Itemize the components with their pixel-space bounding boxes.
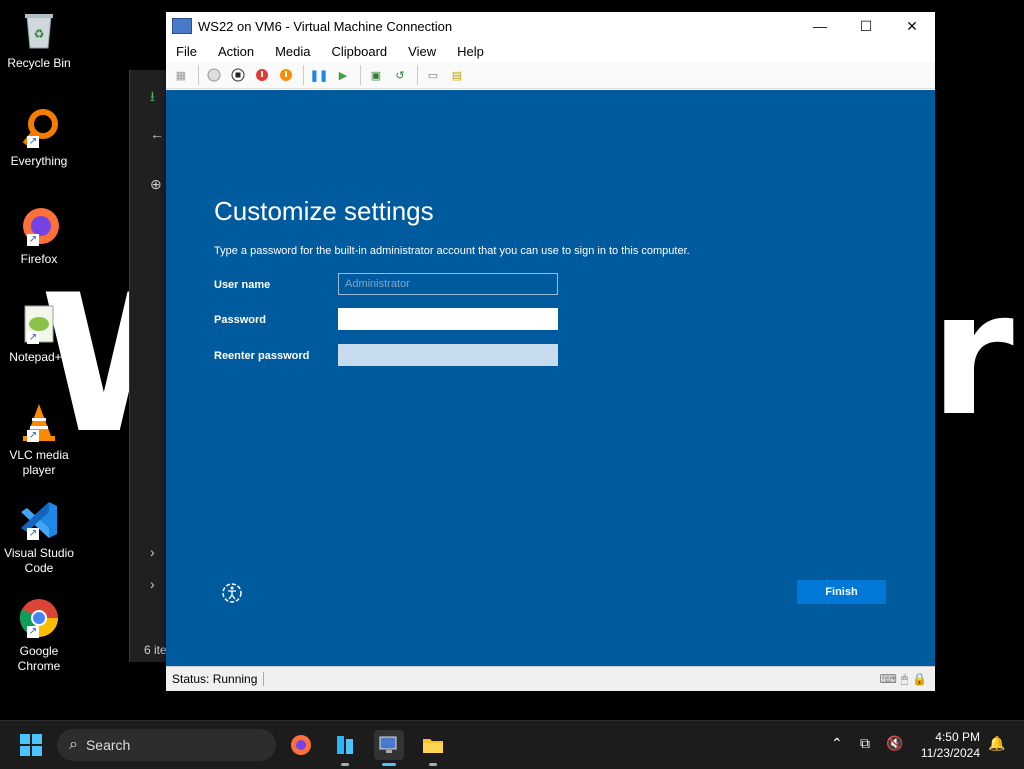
vm-connection-app-icon [172, 18, 192, 34]
recycle-bin-icon: ♻ [17, 8, 61, 52]
shortcut-arrow-icon: ↗ [27, 332, 39, 344]
password-label: Password [214, 314, 266, 326]
shutdown-icon[interactable] [253, 66, 271, 84]
desktop-icon-chrome[interactable]: ↗ Google Chrome [4, 596, 74, 674]
vm-display[interactable]: Customize settings Type a password for t… [166, 90, 935, 666]
network-icon[interactable]: ⧉ [860, 735, 870, 752]
vm-connection-window[interactable]: WS22 on VM6 - Virtual Machine Connection… [166, 12, 935, 691]
desktop-icon-label: Everything [10, 154, 68, 168]
clock[interactable]: 4:50 PM 11/23/2024 [912, 729, 980, 761]
taskbar-file-explorer[interactable] [418, 730, 448, 766]
download-icon: ⭳ [150, 88, 155, 104]
desktop-icon-vlc[interactable]: ↗ VLC media player [4, 400, 74, 478]
everything-search-icon: ↗ [17, 106, 61, 150]
enhanced-session-icon[interactable]: ▭ [424, 66, 442, 84]
desktop-icon-label: Notepad++ [9, 350, 69, 364]
share-icon[interactable]: ▤ [448, 66, 466, 84]
chevron-right-icon[interactable]: › [150, 544, 155, 560]
reenter-password-field[interactable] [338, 344, 558, 366]
background-explorer-window[interactable]: ⭳ ← ⊕ › › 6 ite [129, 70, 170, 662]
add-circle-icon[interactable]: ⊕ [150, 176, 162, 193]
lock-icon: 🔒 [912, 672, 927, 686]
shortcut-arrow-icon: ↗ [27, 430, 39, 442]
vlc-cone-icon: ↗ [17, 400, 61, 444]
notepadpp-icon: ↗ [17, 302, 61, 346]
start-icon[interactable] [205, 66, 223, 84]
taskbar: ⌕ Search ⌃ ⧉ 🔇 4:50 PM 11/23/2024 🔔 [0, 720, 1024, 769]
vm-status: Status: Running [166, 672, 265, 686]
ctrl-alt-del-icon[interactable]: ▦ [172, 66, 190, 84]
shortcut-arrow-icon: ↗ [27, 528, 39, 540]
firefox-icon [291, 735, 311, 755]
taskbar-vm-connection[interactable] [374, 730, 404, 766]
shortcut-arrow-icon: ↗ [27, 626, 39, 638]
checkpoint-icon[interactable]: ▣ [367, 66, 385, 84]
finish-button[interactable]: Finish [797, 580, 886, 604]
page-description: Type a password for the built-in adminis… [214, 245, 690, 257]
keyboard-icon: ⌨ [879, 672, 897, 686]
chevron-up-icon[interactable]: ⌃ [831, 735, 843, 752]
chevron-right-icon[interactable]: › [150, 576, 155, 592]
menu-media[interactable]: Media [275, 44, 310, 59]
user-name-label: User name [214, 279, 271, 291]
shortcut-arrow-icon: ↗ [27, 234, 39, 246]
desktop-icon-label: Visual Studio Code [4, 546, 74, 575]
minimize-button[interactable]: — [797, 12, 843, 40]
password-field[interactable] [338, 308, 558, 330]
toolbar: ▦ ❚❚ ▶ ▣ ↺ ▭ ▤ [166, 62, 935, 89]
status-bar: Status: Running ⌨ 🖱 🔒 [166, 666, 935, 691]
desktop-icon-vscode[interactable]: ↗ Visual Studio Code [4, 498, 74, 576]
menu-view[interactable]: View [408, 44, 436, 59]
notification-bell-icon[interactable]: 🔔 [988, 735, 1005, 752]
desktop-icon-label: Google Chrome [17, 644, 61, 673]
maximize-button[interactable]: ☐ [843, 12, 889, 40]
search-icon: ⌕ [69, 736, 78, 753]
chrome-icon: ↗ [17, 596, 61, 640]
taskbar-search-box[interactable]: ⌕ Search [57, 729, 276, 761]
shortcut-arrow-icon: ↗ [27, 136, 39, 148]
user-name-field[interactable] [338, 273, 558, 295]
revert-icon[interactable]: ↺ [391, 66, 409, 84]
desktop-icon-notepadpp[interactable]: ↗ Notepad++ [4, 302, 74, 365]
desktop-icon-label: VLC media player [9, 448, 69, 477]
folder-icon [423, 739, 443, 753]
reenter-password-label: Reenter password [214, 350, 310, 362]
close-button[interactable]: ✕ [889, 12, 935, 40]
taskbar-server-manager[interactable] [330, 730, 360, 766]
pause-icon[interactable]: ❚❚ [310, 66, 328, 84]
wallpaper-letter-r: r [930, 256, 1014, 454]
explorer-item-count: 6 ite [144, 643, 167, 657]
desktop-icon-everything[interactable]: ↗ Everything [4, 106, 74, 169]
resume-icon[interactable]: ▶ [334, 66, 352, 84]
server-manager-icon [337, 736, 353, 754]
mouse-icon: 🖱 [900, 671, 909, 686]
volume-muted-icon[interactable]: 🔇 [886, 735, 903, 752]
window-title: WS22 on VM6 - Virtual Machine Connection [198, 18, 453, 34]
clock-date: 11/23/2024 [920, 746, 980, 760]
menu-file[interactable]: File [176, 44, 197, 59]
menu-action[interactable]: Action [218, 44, 254, 59]
desktop-icon-label: Recycle Bin [7, 56, 71, 70]
taskbar-firefox[interactable] [286, 730, 316, 760]
menu-bar: File Action Media Clipboard View Help [166, 40, 935, 62]
desktop-icon-firefox[interactable]: ↗ Firefox [4, 204, 74, 267]
menu-clipboard[interactable]: Clipboard [332, 44, 388, 59]
clock-time: 4:50 PM [935, 730, 980, 744]
firefox-icon: ↗ [17, 204, 61, 248]
search-placeholder: Search [85, 737, 131, 753]
vscode-icon: ↗ [17, 498, 61, 542]
title-bar[interactable]: WS22 on VM6 - Virtual Machine Connection… [166, 12, 935, 40]
start-button[interactable] [20, 734, 42, 756]
power-icon[interactable] [277, 66, 295, 84]
desktop-icon-label: Firefox [20, 252, 58, 266]
svg-text:♻: ♻ [34, 27, 45, 41]
page-title: Customize settings [214, 196, 434, 226]
ease-of-access-icon[interactable] [220, 580, 244, 604]
desktop-icon-recycle-bin[interactable]: ♻ Recycle Bin [4, 8, 74, 71]
vm-connection-icon [379, 736, 397, 753]
back-arrow-icon[interactable]: ← [150, 126, 164, 142]
menu-help[interactable]: Help [457, 44, 484, 59]
turn-off-icon[interactable] [229, 66, 247, 84]
